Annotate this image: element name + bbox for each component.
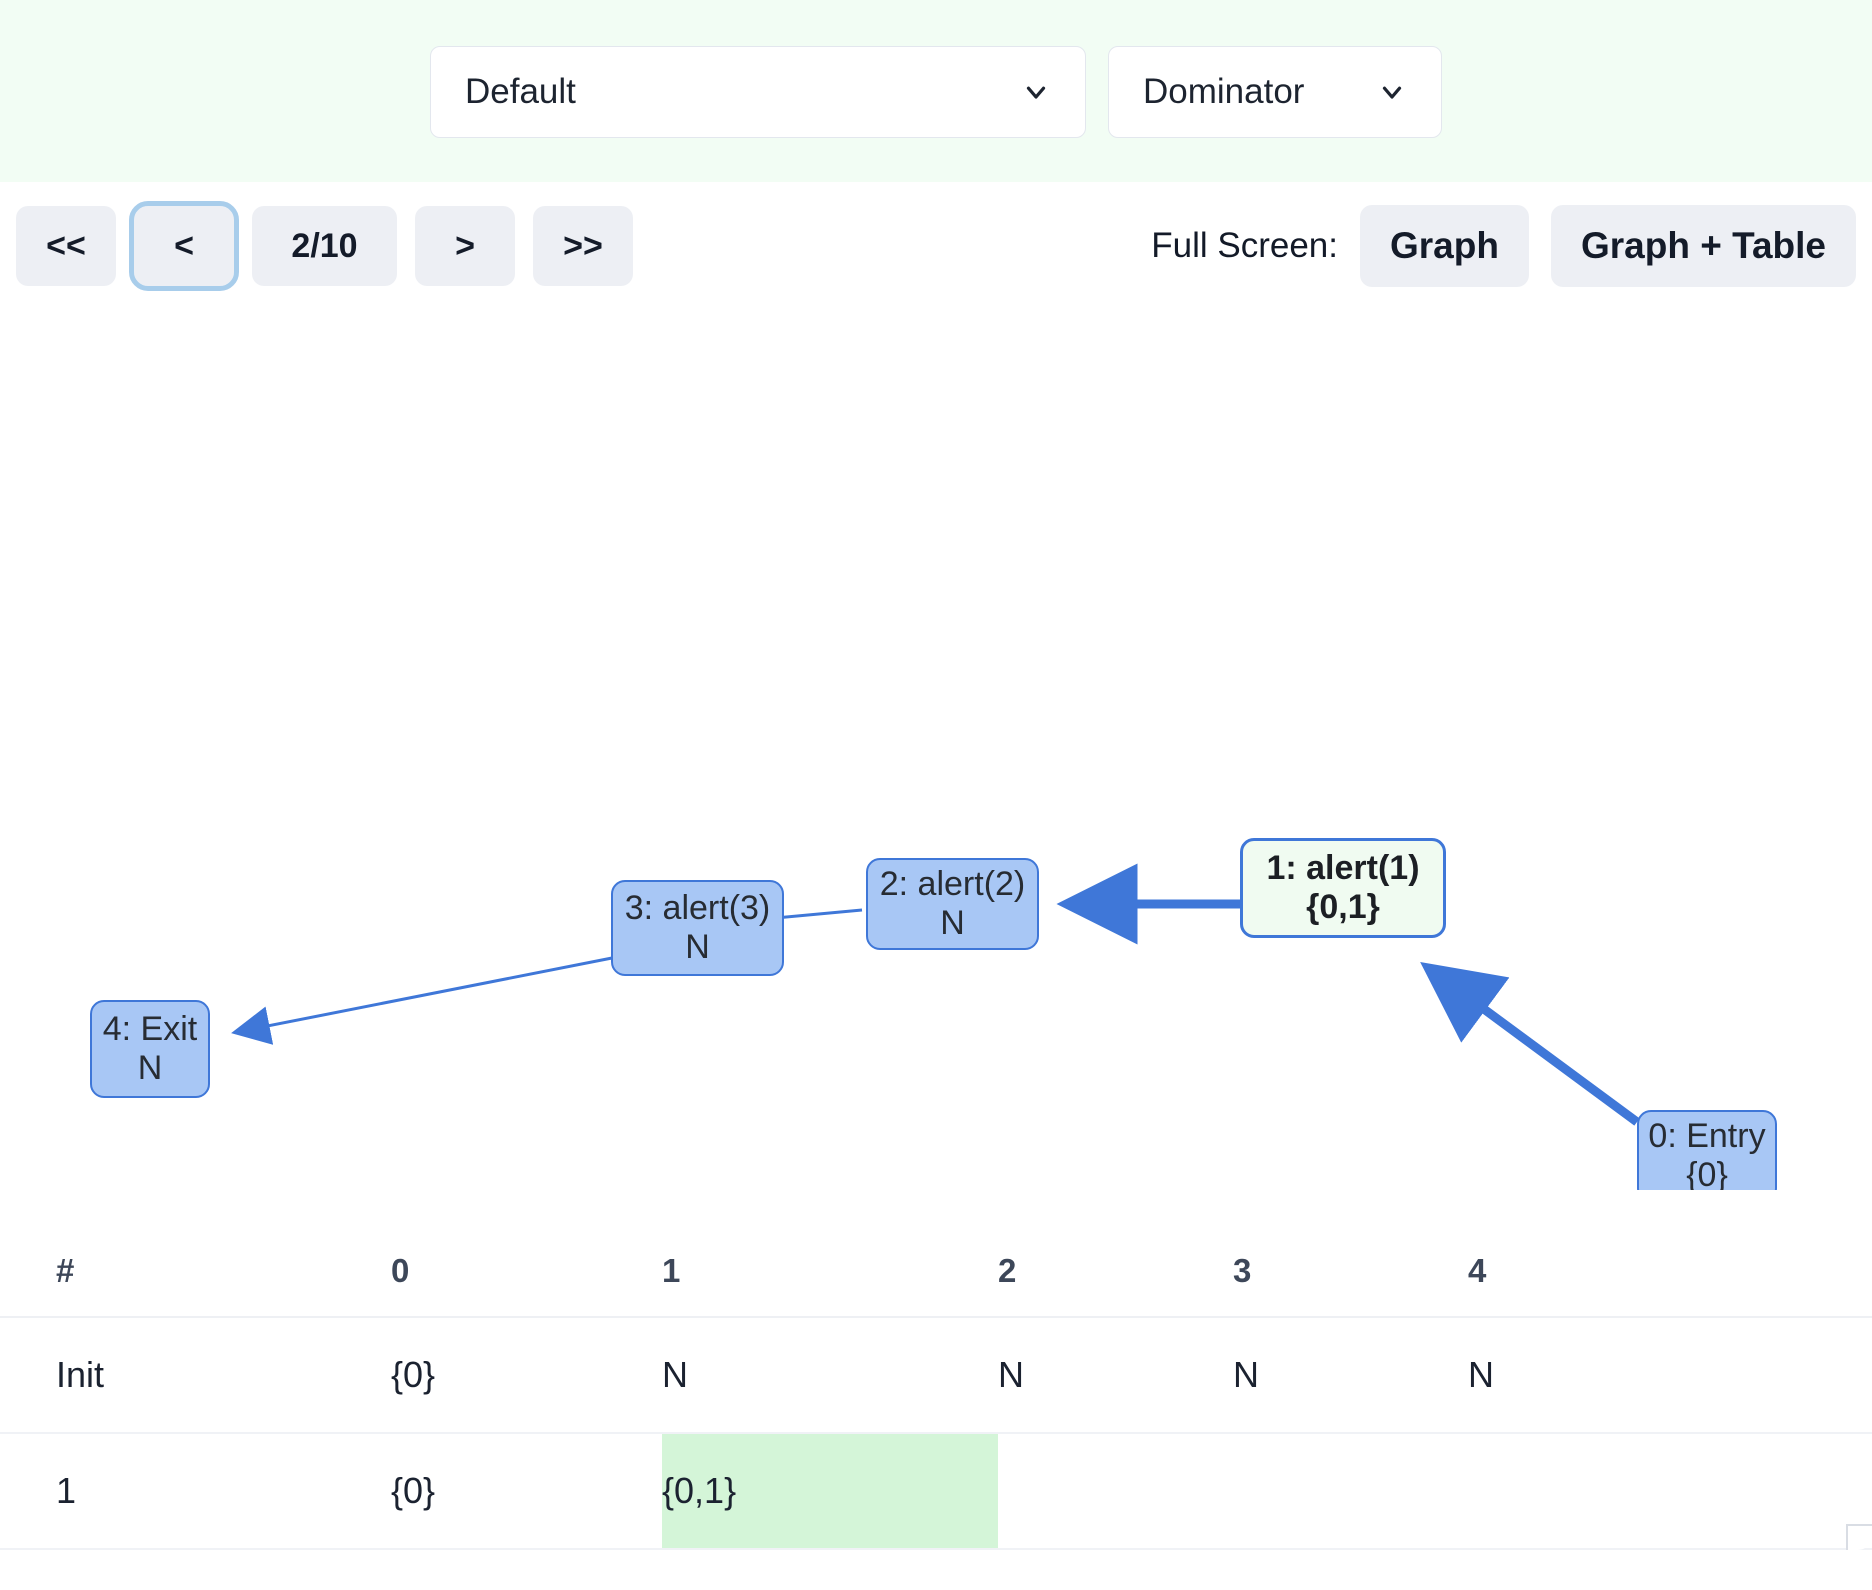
prev-step-button[interactable]: < xyxy=(129,201,239,291)
graph-node-1[interactable]: 1: alert(1) {0,1} xyxy=(1240,838,1446,938)
node-label-line2: N xyxy=(685,928,710,966)
graph-edges xyxy=(231,863,1640,1126)
table-head: # 0 1 2 3 4 xyxy=(0,1230,1872,1318)
fullscreen-graph-button[interactable]: Graph xyxy=(1360,205,1529,287)
chevron-down-icon xyxy=(1377,77,1407,107)
node-label-line1: 4: Exit xyxy=(102,1010,198,1049)
col-header-4[interactable]: 4 xyxy=(1468,1230,1872,1318)
step-counter[interactable]: 2/10 xyxy=(252,206,397,286)
layout-select-value: Default xyxy=(465,72,576,111)
cell-node-1: N xyxy=(662,1317,998,1434)
table-body: Init {0} N N N N 1 {0} {0,1} xyxy=(0,1317,1872,1550)
col-header-3[interactable]: 3 xyxy=(1233,1230,1468,1318)
table-row[interactable]: 1 {0} {0,1} xyxy=(0,1433,1872,1550)
playback-toolbar: << < 2/10 > >> Full Screen: Graph Graph … xyxy=(0,182,1872,310)
step-controls: << < 2/10 > >> xyxy=(16,201,633,291)
node-label-line2: {0} xyxy=(1686,1156,1728,1190)
table-row[interactable]: Init {0} N N N N xyxy=(0,1317,1872,1434)
node-label-line1: 1: alert(1) xyxy=(1266,849,1420,888)
col-header-0[interactable]: 0 xyxy=(391,1230,662,1318)
edge-0-to-1 xyxy=(1420,961,1640,1126)
row-label: Init xyxy=(0,1317,391,1434)
last-step-button[interactable]: >> xyxy=(533,206,633,286)
graph-node-0[interactable]: 0: Entry {0} xyxy=(1637,1110,1777,1190)
chevron-down-icon xyxy=(1021,77,1051,107)
cell-node-2: N xyxy=(998,1317,1233,1434)
table-header-row: # 0 1 2 3 4 xyxy=(0,1230,1872,1318)
first-step-button[interactable]: << xyxy=(16,206,116,286)
cell-node-0: {0} xyxy=(391,1317,662,1434)
dominator-table-wrapper: # 0 1 2 3 4 Init {0} N N N N 1 {0} {0,1} xyxy=(0,1230,1872,1550)
cell-node-3 xyxy=(1233,1433,1468,1550)
cell-node-4 xyxy=(1468,1433,1872,1550)
graph-node-4[interactable]: 4: Exit N xyxy=(90,1000,210,1098)
analysis-select-value: Dominator xyxy=(1143,72,1305,111)
node-label-line1: 2: alert(2) xyxy=(879,865,1026,904)
analysis-select[interactable]: Dominator xyxy=(1108,46,1442,138)
fullscreen-graph-table-button[interactable]: Graph + Table xyxy=(1550,205,1856,287)
node-label-line2: N xyxy=(940,904,965,942)
node-label-line2: {0,1} xyxy=(1306,888,1380,926)
col-header-2[interactable]: 2 xyxy=(998,1230,1233,1318)
graph-node-2[interactable]: 2: alert(2) N xyxy=(866,858,1039,950)
fullscreen-label: Full Screen: xyxy=(1151,226,1338,265)
next-step-button[interactable]: > xyxy=(415,206,515,286)
node-label-line2: N xyxy=(137,1049,163,1087)
col-header-1[interactable]: 1 xyxy=(662,1230,998,1318)
layout-select[interactable]: Default xyxy=(430,46,1086,138)
node-label-line1: 3: alert(3) xyxy=(624,889,771,928)
cell-node-3: N xyxy=(1233,1317,1468,1434)
fullscreen-controls: Full Screen: Graph Graph + Table xyxy=(1151,205,1856,287)
cell-node-1: {0,1} xyxy=(662,1433,998,1550)
dominator-table: # 0 1 2 3 4 Init {0} N N N N 1 {0} {0,1} xyxy=(0,1230,1872,1550)
edge-3-to-4 xyxy=(231,956,613,1045)
row-label: 1 xyxy=(0,1433,391,1550)
graph-node-3[interactable]: 3: alert(3) N xyxy=(611,880,784,976)
top-toolbar: Default Dominator xyxy=(0,0,1872,182)
cfg-graph-canvas[interactable]: 0: Entry {0} 1: alert(1) {0,1} 2: alert(… xyxy=(0,310,1872,1190)
cell-node-0: {0} xyxy=(391,1433,662,1550)
cell-node-2 xyxy=(998,1433,1233,1550)
node-label-line1: 0: Entry xyxy=(1648,1117,1766,1156)
col-header-step[interactable]: # xyxy=(0,1230,391,1318)
cell-node-4: N xyxy=(1468,1317,1872,1434)
